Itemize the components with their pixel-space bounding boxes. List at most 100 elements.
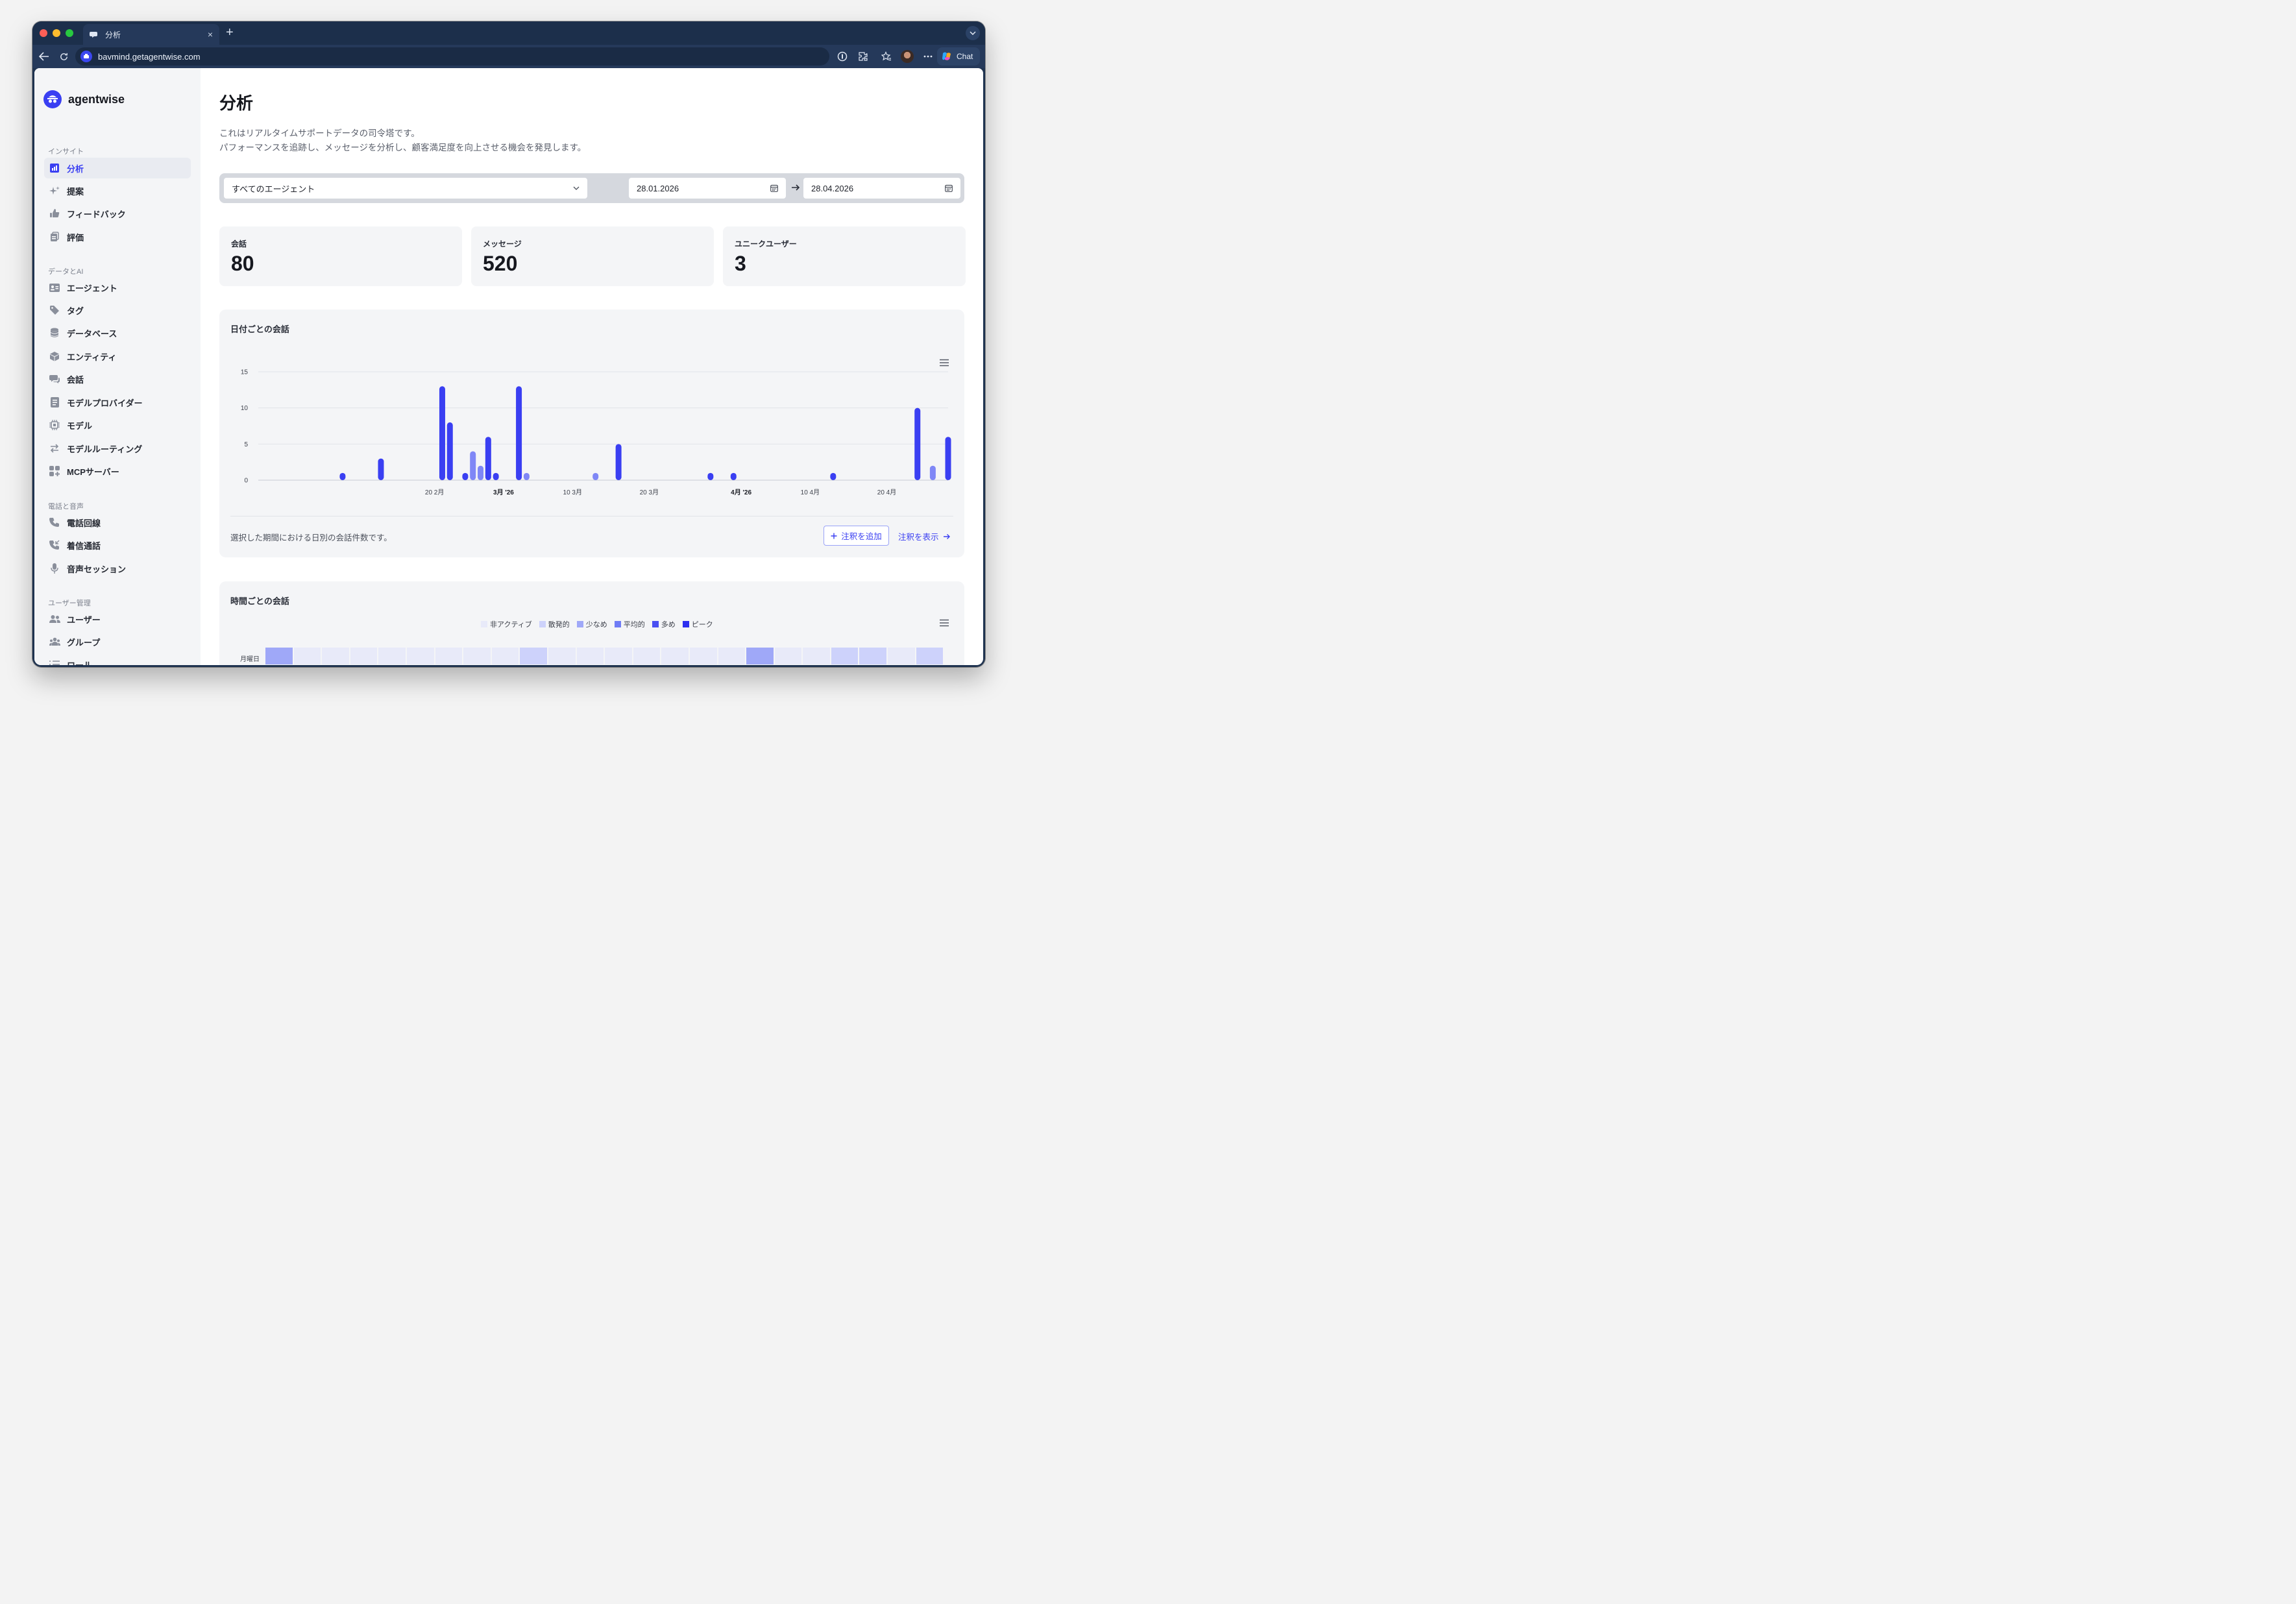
daily-conversations-card: 日付ごとの会話 0 5 10 15 20 2月 3月 '26 10 3月 20 3月 4月 '2… [219, 310, 964, 557]
calendar-icon[interactable] [945, 184, 953, 192]
sidebar-item-suggestions[interactable]: 提案 [44, 180, 191, 201]
heatmap-cell[interactable] [803, 648, 830, 664]
chart-menu-icon[interactable] [939, 619, 949, 627]
reload-button[interactable] [57, 50, 70, 63]
sidebar-item-phone-lines[interactable]: 電話回線 [44, 512, 191, 533]
legend-item[interactable]: ピーク [682, 619, 713, 629]
heatmap-cell[interactable] [406, 648, 434, 664]
bar[interactable] [830, 472, 837, 480]
heatmap-cell[interactable] [661, 648, 689, 664]
heatmap-cell[interactable] [548, 648, 576, 664]
back-button[interactable] [38, 50, 51, 63]
heatmap-cell[interactable] [718, 648, 746, 664]
minimize-window-button[interactable] [53, 29, 60, 37]
sidebar-item-model-routing[interactable]: モデルルーティング [44, 438, 191, 459]
bar[interactable] [378, 458, 384, 480]
bar[interactable] [470, 451, 476, 480]
heatmap-cell[interactable] [746, 648, 774, 664]
heatmap-cell[interactable] [265, 648, 293, 664]
tab-close-icon[interactable]: × [208, 29, 213, 40]
site-info-icon[interactable] [80, 51, 92, 62]
heatmap-cell[interactable] [859, 648, 887, 664]
bar[interactable] [914, 407, 921, 480]
heatmap-cell[interactable] [293, 648, 321, 664]
sidebar-item-conversations[interactable]: 会話 [44, 369, 191, 389]
browser-tab[interactable]: 分析 × [83, 24, 219, 45]
date-to-field[interactable]: 28.04.2026 [803, 178, 960, 199]
sidebar-item-incoming-calls[interactable]: 着信通話 [44, 535, 191, 555]
heatmap-cell[interactable] [633, 648, 661, 664]
close-window-button[interactable] [40, 29, 47, 37]
bar[interactable] [730, 472, 737, 480]
bar[interactable] [478, 465, 484, 480]
date-from-field[interactable]: 28.01.2026 [629, 178, 786, 199]
sidebar-item-mcp-servers[interactable]: MCPサーバー [44, 461, 191, 481]
password-manager-icon[interactable] [836, 50, 849, 63]
sidebar-item-entities[interactable]: エンティティ [44, 346, 191, 367]
legend-item[interactable]: 非アクティブ [481, 619, 532, 629]
app-logo[interactable]: agentwise [43, 90, 125, 108]
heatmap-cell[interactable] [520, 648, 547, 664]
heatmap-cell[interactable] [491, 648, 519, 664]
sidebar-item-tags[interactable]: タグ [44, 300, 191, 321]
bar[interactable] [439, 386, 445, 480]
bar[interactable] [339, 472, 346, 480]
legend-item[interactable]: 多め [652, 619, 676, 629]
sidebar-item-database[interactable]: データベース [44, 322, 191, 343]
sidebar-item-evaluation[interactable]: 評価 [44, 226, 191, 247]
tab-favicon-icon [90, 32, 97, 38]
heatmap-legend: 非アクティブ 散発的 少なめ 平均的 多め ピーク [481, 619, 713, 629]
sidebar-item-agents[interactable]: エージェント [44, 277, 191, 298]
sidebar-item-voice-sessions[interactable]: 音声セッション [44, 558, 191, 579]
heatmap-cell[interactable] [322, 648, 349, 664]
bar[interactable] [523, 472, 530, 480]
sidebar-item-analytics[interactable]: 分析 [44, 158, 191, 178]
url-text[interactable]: bavmind.getagentwise.com [98, 52, 201, 62]
tab-list-dropdown-button[interactable] [966, 26, 980, 40]
bar[interactable] [929, 465, 936, 480]
extensions-icon[interactable] [857, 50, 870, 63]
heatmap-cell[interactable] [576, 648, 604, 664]
sidebar-item-roles[interactable]: ロール [44, 654, 191, 665]
sidebar-item-label: 着信通話 [67, 541, 101, 551]
profile-avatar[interactable] [901, 50, 914, 63]
heatmap-cell[interactable] [689, 648, 717, 664]
legend-item[interactable]: 散発的 [539, 619, 570, 629]
add-annotation-button[interactable]: 注釈を追加 [824, 526, 889, 546]
bar[interactable] [462, 472, 469, 480]
heatmap-cell[interactable] [350, 648, 378, 664]
bar[interactable] [485, 437, 491, 480]
sidebar-item-feedback[interactable]: フィードバック [44, 203, 191, 224]
bar[interactable] [516, 386, 522, 480]
new-tab-button[interactable]: + [226, 25, 234, 40]
agent-select[interactable]: すべてのエージェント [224, 178, 587, 199]
sidebar-section-title: ユーザー管理 [48, 600, 91, 607]
legend-item[interactable]: 平均的 [614, 619, 645, 629]
sidebar-item-groups[interactable]: グループ [44, 631, 191, 652]
heatmap-cell[interactable] [605, 648, 632, 664]
bar[interactable] [615, 444, 622, 480]
heatmap-cell[interactable] [378, 648, 406, 664]
address-bar[interactable]: bavmind.getagentwise.com [75, 47, 829, 66]
heatmap-cell[interactable] [435, 648, 463, 664]
heatmap-cell[interactable] [888, 648, 915, 664]
bar[interactable] [707, 472, 714, 480]
heatmap-cell[interactable] [831, 648, 859, 664]
heatmap-cell[interactable] [916, 648, 944, 664]
bar[interactable] [592, 472, 599, 480]
heatmap-cell[interactable] [774, 648, 802, 664]
sidebar-item-model-providers[interactable]: モデルプロバイダー [44, 392, 191, 413]
sidebar-item-models[interactable]: モデル [44, 415, 191, 435]
legend-item[interactable]: 少なめ [576, 619, 607, 629]
bar[interactable] [945, 437, 951, 480]
maximize-window-button[interactable] [66, 29, 73, 37]
bar[interactable] [493, 472, 499, 480]
copilot-chat-button[interactable]: Chat [937, 47, 980, 66]
more-options-icon[interactable] [922, 50, 934, 63]
calendar-icon[interactable] [770, 184, 778, 192]
heatmap-cell[interactable] [463, 648, 491, 664]
show-annotations-link[interactable]: 注釈を表示 [898, 530, 951, 542]
sidebar-item-users[interactable]: ユーザー [44, 609, 191, 629]
favorites-icon[interactable] [880, 50, 893, 63]
bar[interactable] [446, 422, 453, 480]
